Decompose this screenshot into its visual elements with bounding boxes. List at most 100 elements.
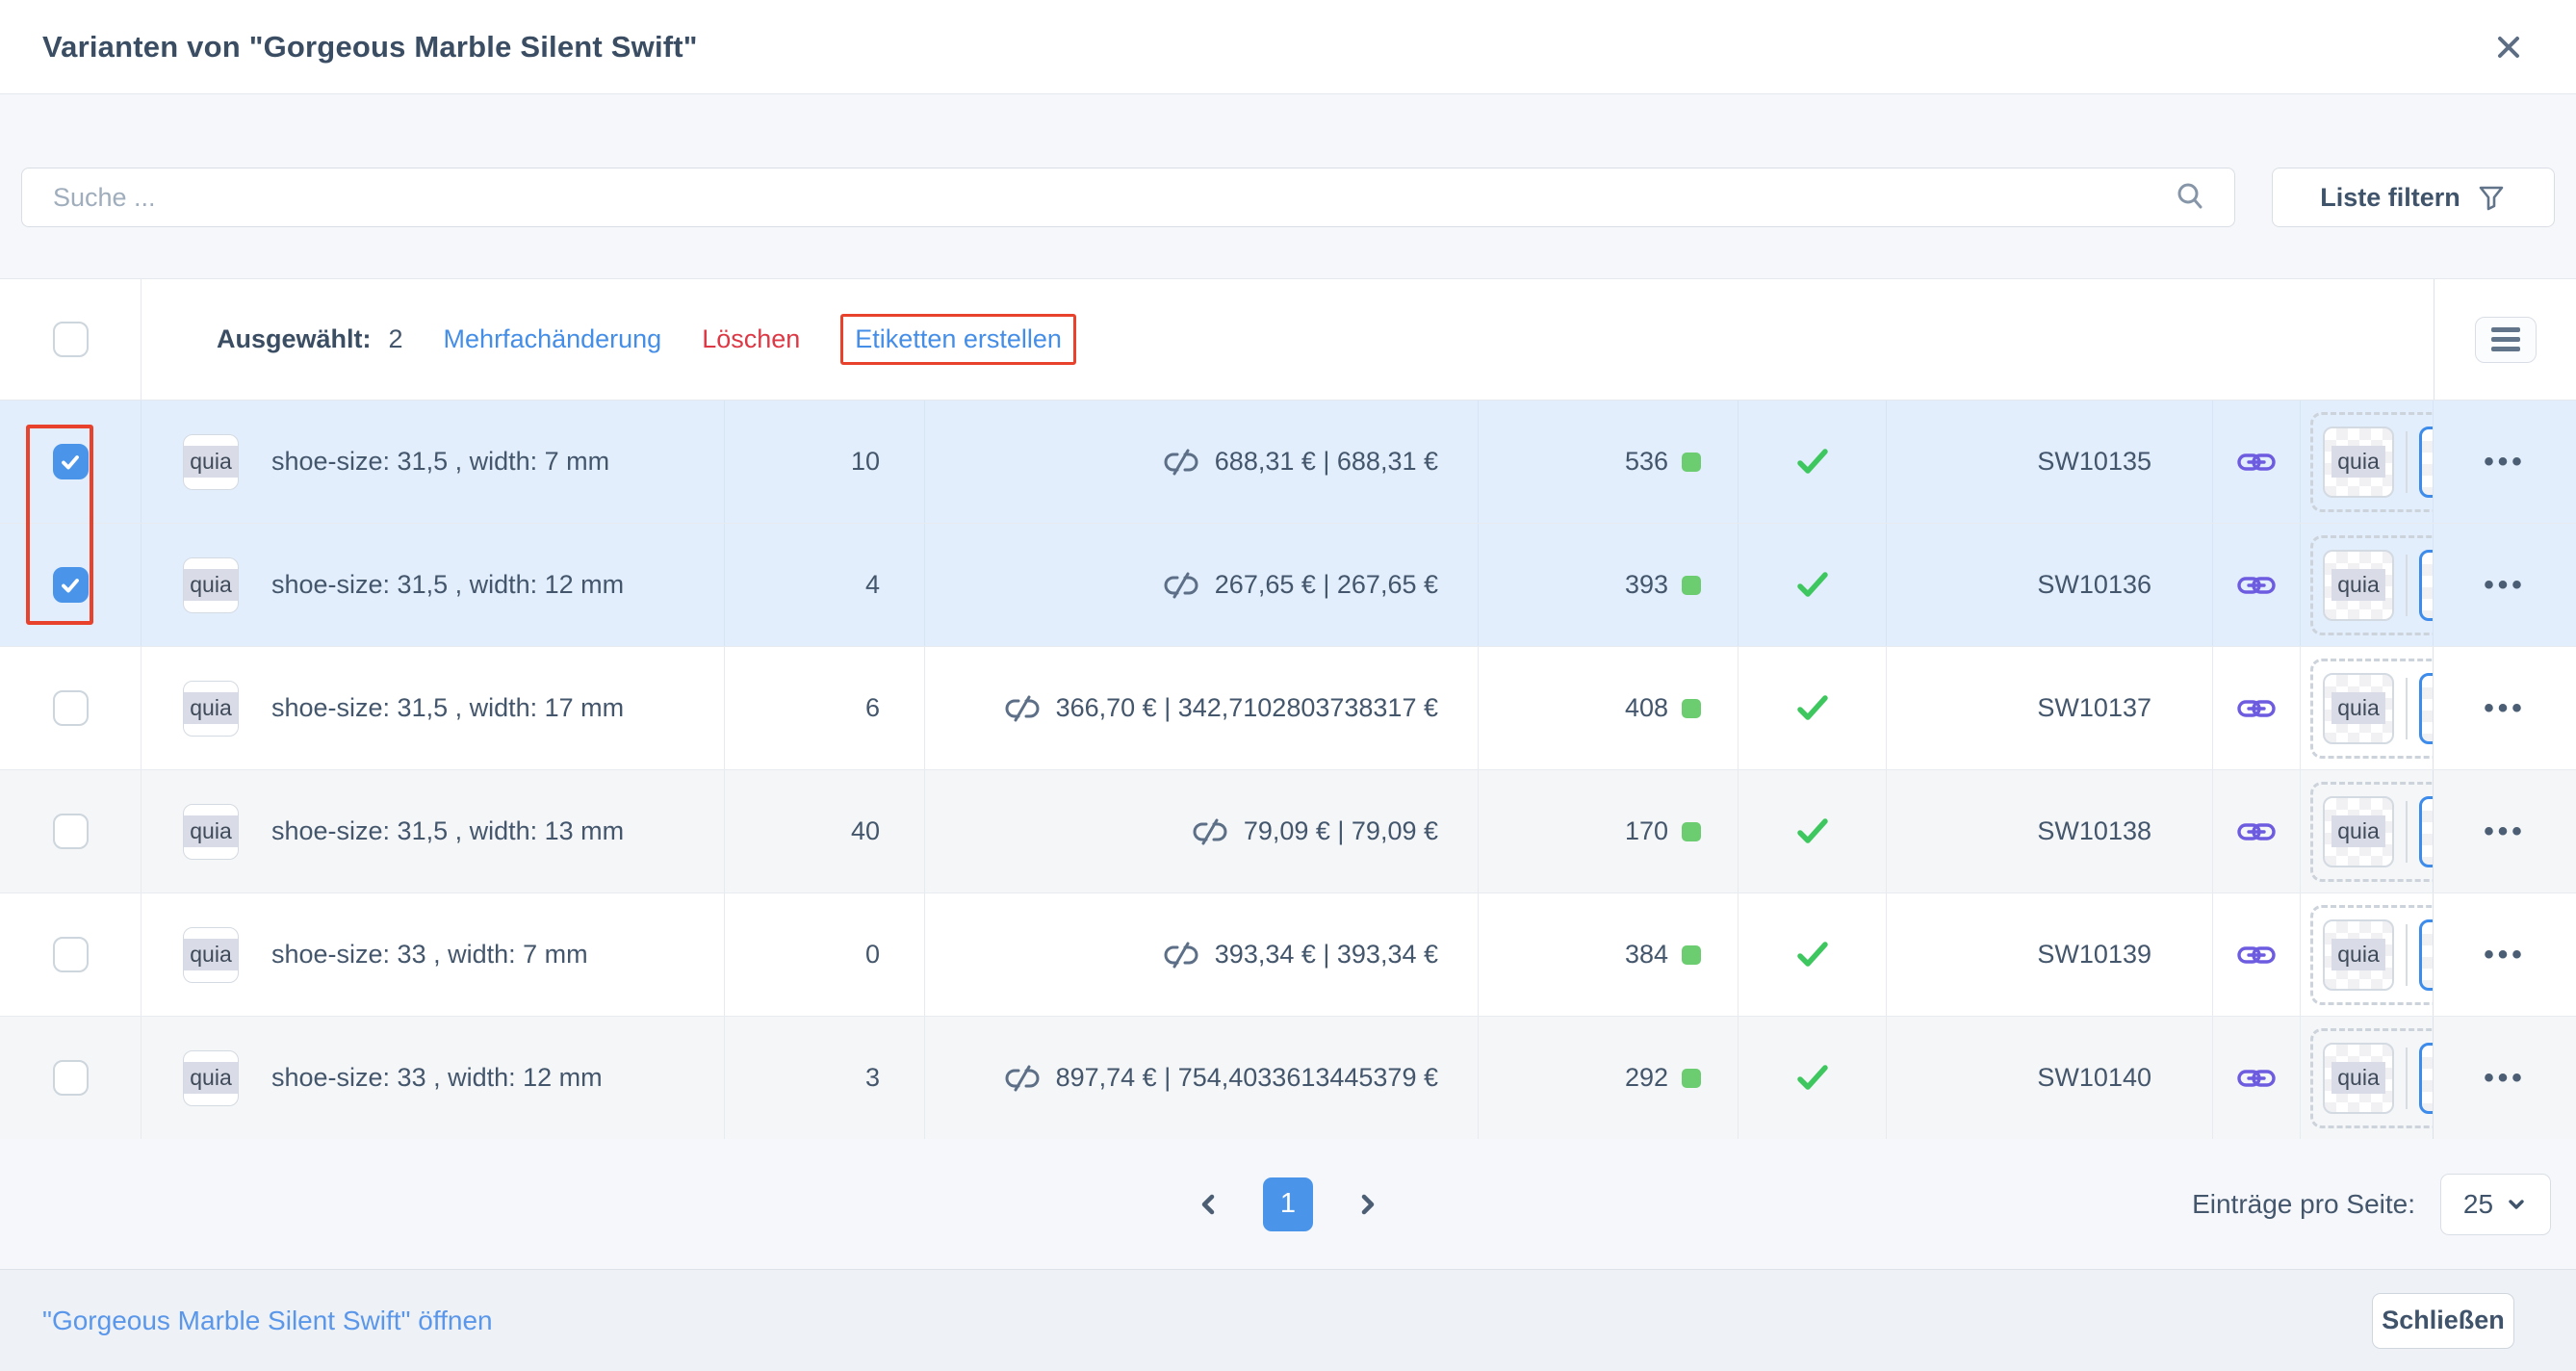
context-menu-button[interactable]: ••• (2484, 815, 2526, 848)
unlink-inheritance-icon[interactable] (1004, 1063, 1041, 1094)
row-checkbox[interactable] (53, 690, 89, 726)
available-cell: 408 (1479, 647, 1739, 769)
unlink-inheritance-icon[interactable] (1163, 940, 1199, 970)
inheritance-link-cell (2213, 893, 2301, 1016)
product-number-cell: SW10138 (1887, 770, 2213, 892)
checkbox-check-icon (59, 451, 82, 474)
bulk-multi-edit-link[interactable]: Mehrfachänderung (444, 324, 662, 354)
close-modal-button[interactable]: Schließen (2372, 1293, 2514, 1349)
product-number-cell: SW10139 (1887, 893, 2213, 1016)
link-inherited-icon[interactable] (2237, 696, 2276, 721)
link-inherited-icon[interactable] (2237, 1066, 2276, 1091)
media-thumbnail-label: quia (2331, 939, 2384, 970)
price-value: 366,70 € | 342,7102803738317 € (1056, 693, 1438, 723)
media-thumbnail[interactable]: quia (2323, 673, 2394, 744)
open-product-link[interactable]: "Gorgeous Marble Silent Swift" öffnen (42, 1306, 493, 1336)
grid-settings-button[interactable] (2475, 317, 2537, 363)
variant-cell: quia shoe-size: 33 , width: 12 mm (142, 1017, 725, 1139)
variant-cell: quia shoe-size: 31,5 , width: 17 mm (142, 647, 725, 769)
variant-name[interactable]: shoe-size: 31,5 , width: 12 mm (271, 570, 624, 600)
bulk-create-labels-link[interactable]: Etiketten erstellen (855, 324, 1062, 353)
current-page-button[interactable]: 1 (1263, 1177, 1313, 1231)
media-thumbnail[interactable]: quia (2323, 550, 2394, 621)
context-menu-button[interactable]: ••• (2484, 692, 2526, 725)
media-group: quia qu (2310, 905, 2434, 1005)
next-page-button[interactable] (1355, 1190, 1380, 1219)
pagination-row: 1 Einträge pro Seite: 25 (0, 1139, 2576, 1269)
unlink-inheritance-icon[interactable] (1004, 693, 1041, 724)
variant-name[interactable]: shoe-size: 33 , width: 7 mm (271, 940, 588, 970)
row-checkbox[interactable] (53, 567, 89, 603)
search-input[interactable] (22, 183, 2173, 213)
table-row: quia shoe-size: 31,5 , width: 13 mm 40 7… (0, 770, 2576, 893)
variant-name[interactable]: shoe-size: 31,5 , width: 13 mm (271, 816, 624, 846)
inheritance-link-cell (2213, 401, 2301, 523)
table-row: quia shoe-size: 31,5 , width: 17 mm 6 36… (0, 647, 2576, 770)
media-thumbnail[interactable]: quia (2323, 427, 2394, 498)
media-thumbnail[interactable]: quia (2323, 1043, 2394, 1114)
media-separator (2406, 431, 2408, 493)
context-menu-button[interactable]: ••• (2484, 939, 2526, 971)
search-icon[interactable] (2173, 179, 2234, 216)
available-cell: 536 (1479, 401, 1739, 523)
media-thumbnail-cover[interactable]: qu (2419, 427, 2434, 498)
stock-value: 3 (865, 1063, 880, 1093)
link-inherited-icon[interactable] (2237, 943, 2276, 968)
row-checkbox[interactable] (53, 1060, 89, 1096)
stock-value: 4 (865, 570, 880, 600)
media-thumbnail-label: quia (2331, 1062, 2384, 1094)
previous-page-button[interactable] (1196, 1190, 1221, 1219)
bulk-delete-link[interactable]: Löschen (702, 324, 800, 354)
per-page-select[interactable]: 25 (2440, 1174, 2551, 1235)
unlink-inheritance-icon[interactable] (1192, 816, 1228, 847)
row-select-cell (0, 1017, 142, 1139)
media-thumbnail-cover[interactable]: qu (2419, 796, 2434, 867)
pager: 1 (0, 1139, 2576, 1269)
media-thumbnail-cover[interactable]: qu (2419, 550, 2434, 621)
link-inherited-icon[interactable] (2237, 450, 2276, 475)
grid-settings-cell (2434, 279, 2576, 400)
row-actions-cell: ••• (2434, 893, 2576, 1016)
price-value: 688,31 € | 688,31 € (1215, 447, 1438, 477)
variant-name[interactable]: shoe-size: 31,5 , width: 17 mm (271, 693, 624, 723)
media-thumbnail-cover[interactable]: qu (2419, 1043, 2434, 1114)
context-menu-button[interactable]: ••• (2484, 569, 2526, 602)
available-value: 384 (1625, 940, 1668, 970)
unlink-inheritance-icon[interactable] (1163, 447, 1199, 478)
inheritance-link-cell (2213, 770, 2301, 892)
link-inherited-icon[interactable] (2237, 819, 2276, 844)
unlink-inheritance-icon[interactable] (1163, 570, 1199, 601)
context-menu-button[interactable]: ••• (2484, 446, 2526, 479)
context-menu-button[interactable]: ••• (2484, 1062, 2526, 1095)
variant-cell: quia shoe-size: 31,5 , width: 7 mm (142, 401, 725, 523)
available-cell: 292 (1479, 1017, 1739, 1139)
price-cell: 79,09 € | 79,09 € (925, 770, 1479, 892)
media-thumbnail-cover[interactable]: qu (2419, 919, 2434, 991)
media-thumbnail[interactable]: quia (2323, 919, 2394, 991)
media-thumbnail[interactable]: quia (2323, 796, 2394, 867)
variant-name[interactable]: shoe-size: 33 , width: 12 mm (271, 1063, 603, 1093)
product-number-cell: SW10136 (1887, 524, 2213, 646)
row-checkbox[interactable] (53, 444, 89, 479)
row-checkbox[interactable] (53, 937, 89, 972)
per-page-control: Einträge pro Seite: 25 (2192, 1139, 2551, 1269)
row-checkbox[interactable] (53, 814, 89, 849)
active-check-icon (1795, 817, 1830, 846)
media-thumbnail-cover[interactable]: qu (2419, 673, 2434, 744)
variant-thumbnail-label: quia (184, 939, 237, 970)
active-check-icon (1795, 941, 1830, 970)
select-all-checkbox[interactable] (53, 322, 89, 357)
variant-name[interactable]: shoe-size: 31,5 , width: 7 mm (271, 447, 609, 477)
bulk-actions-bar: Ausgewählt: 2 Mehrfachänderung Löschen E… (142, 279, 2434, 400)
media-separator (2406, 678, 2408, 739)
filter-list-button[interactable]: Liste filtern (2272, 168, 2555, 227)
media-cell: quia qu (2301, 893, 2434, 1016)
variant-thumbnail-label: quia (184, 1062, 237, 1094)
modal-close-button[interactable] (2484, 22, 2534, 72)
table-row: quia shoe-size: 33 , width: 12 mm 3 897,… (0, 1017, 2576, 1140)
stock-value: 6 (865, 693, 880, 723)
media-thumbnail-label: quia (2331, 692, 2384, 724)
link-inherited-icon[interactable] (2237, 573, 2276, 598)
stock-value: 0 (865, 940, 880, 970)
row-actions-cell: ••• (2434, 524, 2576, 646)
